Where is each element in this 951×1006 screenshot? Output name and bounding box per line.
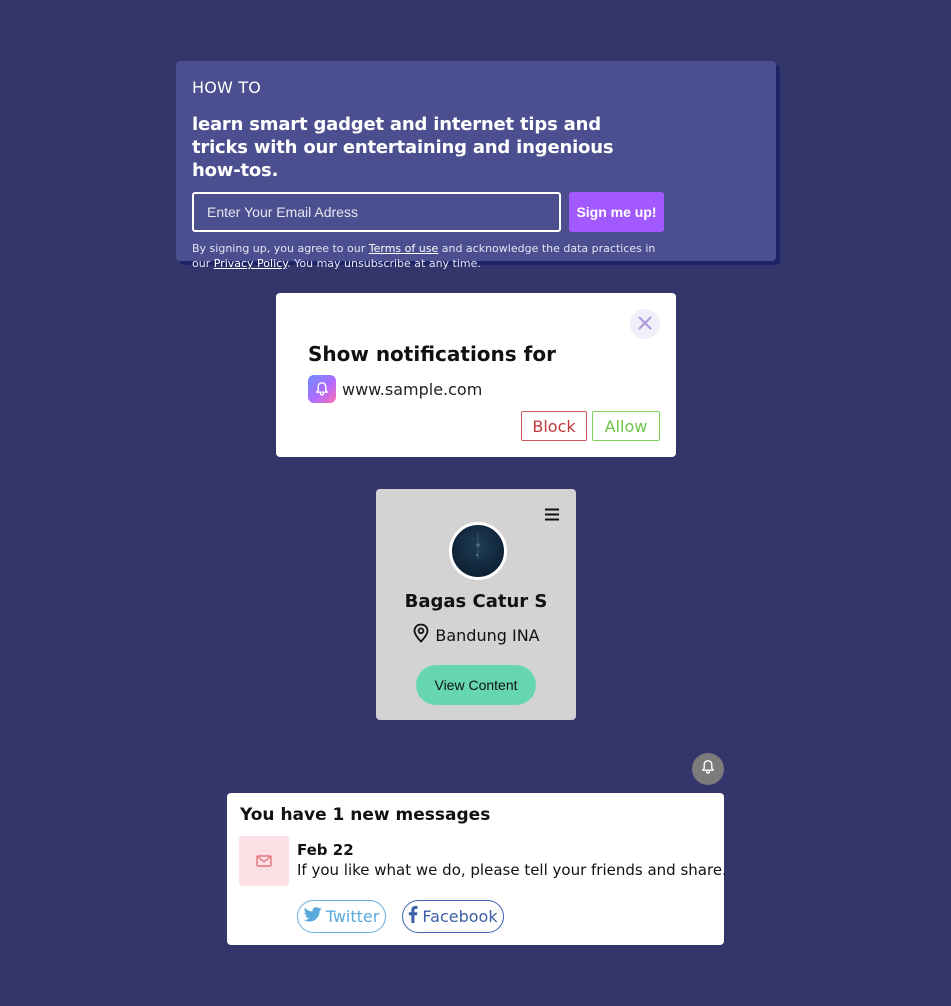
view-content-button[interactable]: View Content [416, 665, 536, 705]
twitter-label: Twitter [325, 907, 380, 926]
messages-header: You have 1 new messages [240, 805, 491, 825]
sign-up-button[interactable]: Sign me up! [569, 192, 664, 232]
bell-icon [700, 759, 716, 779]
allow-button[interactable]: Allow [592, 411, 660, 441]
facebook-share-button[interactable]: Facebook [402, 900, 504, 933]
prompt-site: www.sample.com [308, 375, 482, 403]
facebook-icon [408, 906, 422, 927]
twitter-share-button[interactable]: Twitter [297, 900, 386, 933]
profile-location: Bandung INA [376, 623, 576, 647]
block-button[interactable]: Block [521, 411, 587, 441]
notification-prompt: Show notifications for www.sample.com Bl… [276, 293, 676, 457]
newsletter-legal-text: By signing up, you agree to our Terms of… [192, 241, 662, 271]
profile-card: Bagas Catur S Bandung INA View Content [376, 489, 576, 720]
messages-card: You have 1 new messages Feb 22 If you li… [227, 793, 727, 945]
newsletter-form: Sign me up! [192, 192, 760, 232]
newsletter-overline: HOW TO [192, 78, 262, 97]
hamburger-menu-icon[interactable] [544, 506, 560, 521]
twitter-icon [303, 907, 326, 926]
prompt-title: Show notifications for [308, 342, 556, 366]
terms-of-use-link[interactable]: Terms of use [369, 242, 438, 255]
site-url: www.sample.com [342, 379, 483, 399]
bell-icon [308, 375, 336, 403]
legal-prefix: By signing up, you agree to our [192, 242, 369, 255]
privacy-policy-link[interactable]: Privacy Policy [214, 257, 287, 270]
location-label: Bandung INA [435, 625, 540, 645]
legal-suffix: . You may unsubscribe at any time. [287, 257, 481, 270]
newsletter-card: HOW TO learn smart gadget and internet t… [176, 61, 776, 270]
profile-name: Bagas Catur S [404, 591, 548, 612]
message-text: If you like what we do, please tell your… [297, 861, 727, 879]
close-icon [638, 315, 652, 334]
avatar [449, 522, 507, 580]
notifications-bell-button[interactable] [692, 753, 724, 785]
facebook-label: Facebook [422, 907, 498, 926]
mail-icon [239, 836, 289, 886]
email-input[interactable] [192, 192, 561, 232]
close-button[interactable] [630, 309, 660, 339]
message-date: Feb 22 [297, 841, 354, 859]
map-pin-icon [412, 623, 435, 647]
newsletter-headline: learn smart gadget and internet tips and… [192, 114, 614, 181]
